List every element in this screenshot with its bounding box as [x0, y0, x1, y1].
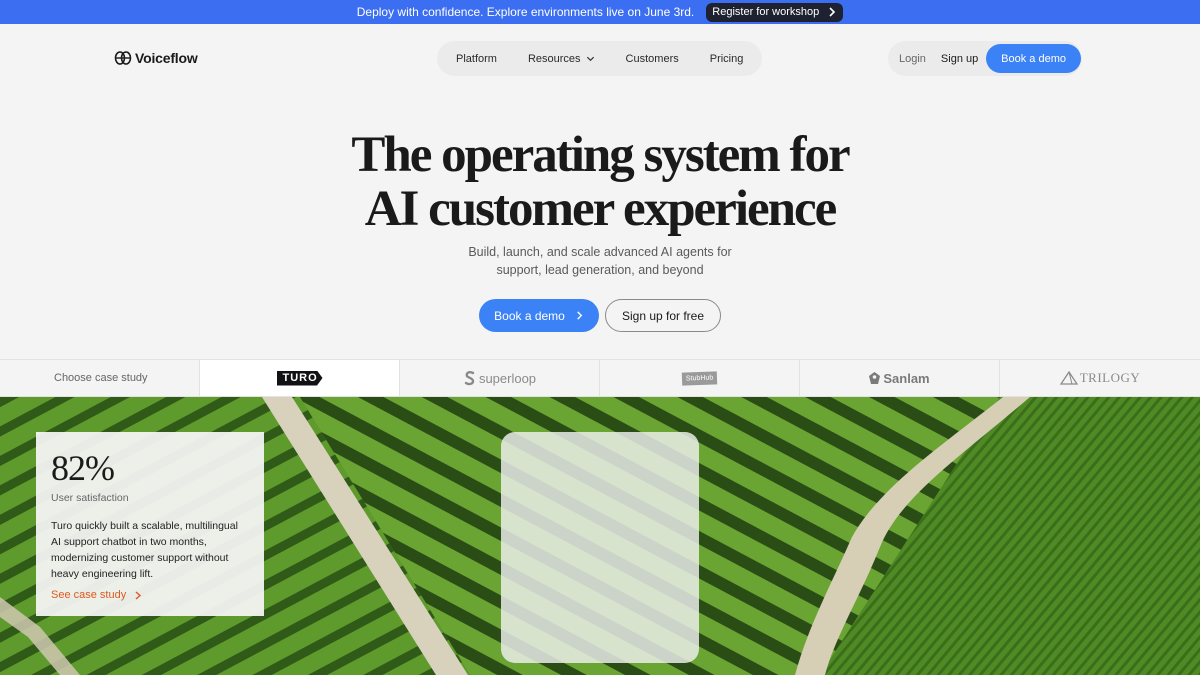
see-case-study-link[interactable]: See case study: [51, 589, 250, 601]
auth-nav: Login Sign up Book a demo: [888, 41, 1082, 76]
stubhub-logo: StubHub: [681, 370, 718, 386]
nav-item-platform[interactable]: Platform: [456, 53, 497, 65]
nav-label: Platform: [456, 52, 497, 65]
nav-book-demo-button[interactable]: Book a demo: [986, 44, 1081, 73]
case-study-selector: Choose case study TURO superloop StubHub…: [0, 359, 1200, 397]
chevron-right-icon: [829, 7, 836, 17]
superloop-logo: superloop: [463, 370, 536, 386]
nav-item-customers[interactable]: Customers: [626, 53, 679, 65]
case-study-tab-stubhub[interactable]: StubHub: [600, 360, 800, 396]
chevron-right-icon: [577, 311, 583, 320]
subheading-line-1: Build, launch, and scale advanced AI age…: [468, 245, 732, 259]
turo-logo: TURO: [276, 370, 323, 386]
trilogy-triangle-icon: [1059, 371, 1078, 385]
headline-line-2: AI customer experience: [364, 181, 838, 237]
brand-name: Voiceflow: [135, 50, 198, 66]
sanlam-mark-icon: [869, 372, 881, 384]
case-study-tab-turo[interactable]: TURO: [200, 360, 400, 396]
nav-label: Customers: [625, 52, 679, 65]
superloop-mark-icon: [464, 371, 475, 386]
brand-logo[interactable]: Voiceflow: [114, 50, 198, 66]
login-link[interactable]: Login: [899, 53, 926, 65]
stat-description: Turo quickly built a scalable, multiling…: [51, 520, 238, 580]
case-study-tab-superloop[interactable]: superloop: [400, 360, 600, 396]
hero-book-demo-label: Book a demo: [494, 308, 565, 323]
voiceflow-logo-icon: [114, 51, 132, 65]
announcement-text: Deploy with confidence. Explore environm…: [356, 5, 695, 19]
headline-line-1: The operating system for: [351, 127, 850, 183]
stat-label: User satisfaction: [51, 492, 129, 504]
nav-item-pricing[interactable]: Pricing: [710, 53, 744, 65]
nav-item-resources[interactable]: Resources: [528, 53, 595, 65]
chevron-right-icon: [135, 590, 142, 600]
case-study-tab-trilogy[interactable]: TRILOGY: [1000, 360, 1200, 396]
register-workshop-label: Register for workshop: [712, 6, 820, 18]
case-study-tab-sanlam[interactable]: Sanlam: [800, 360, 1000, 396]
nav-label: Resources: [527, 52, 581, 65]
hero-book-demo-button[interactable]: Book a demo: [479, 299, 599, 332]
signup-link[interactable]: Sign up: [941, 53, 978, 65]
trilogy-logo: TRILOGY: [1059, 370, 1141, 386]
hero-subheading: Build, launch, and scale advanced AI age…: [0, 243, 1200, 279]
register-workshop-button[interactable]: Register for workshop: [706, 2, 844, 22]
nav-label: Pricing: [709, 52, 744, 65]
trilogy-wordmark: TRILOGY: [1079, 370, 1141, 385]
subheading-line-2: support, lead generation, and beyond: [496, 263, 704, 277]
glass-preview-panel: [501, 432, 699, 663]
choose-case-study-label: Choose case study: [0, 360, 200, 396]
sanlam-logo: Sanlam: [869, 370, 930, 386]
main-nav: Platform Resources Customers Pricing: [437, 41, 762, 76]
case-study-stat-card: 82% User satisfaction Turo quickly built…: [36, 432, 264, 616]
announcement-bar: Deploy with confidence. Explore environm…: [0, 0, 1200, 24]
see-case-study-label: See case study: [51, 589, 127, 601]
sanlam-wordmark: Sanlam: [883, 370, 930, 386]
chevron-down-icon: [586, 56, 594, 62]
stat-value: 82%: [51, 448, 115, 488]
hero-signup-free-button[interactable]: Sign up for free: [605, 299, 721, 332]
superloop-wordmark: superloop: [478, 370, 537, 386]
hero-headline: The operating system for AI customer exp…: [0, 128, 1200, 236]
